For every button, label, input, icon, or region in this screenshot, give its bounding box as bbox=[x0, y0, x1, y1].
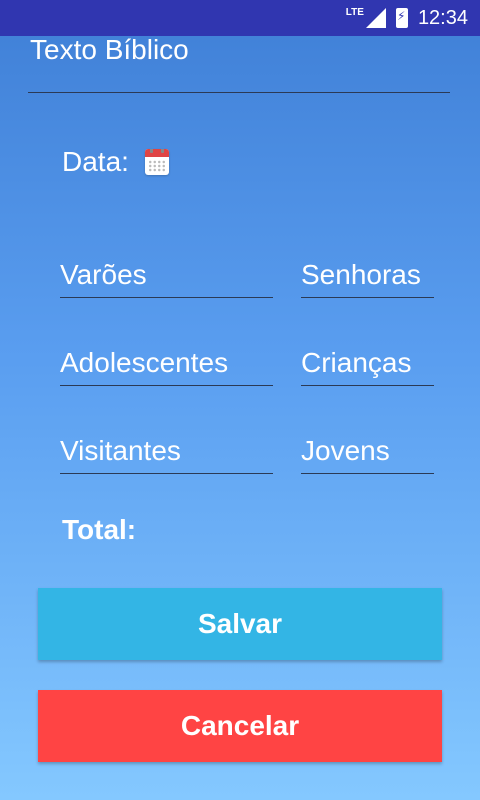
date-row: Data: bbox=[62, 146, 169, 178]
adolescentes-input[interactable]: Adolescentes bbox=[60, 340, 273, 386]
total-label: Total: bbox=[62, 514, 137, 545]
status-clock: 12:34 bbox=[417, 6, 468, 29]
lte-indicator: LTE bbox=[345, 6, 364, 18]
visitantes-input[interactable]: Visitantes bbox=[60, 428, 273, 474]
jovens-input[interactable]: Jovens bbox=[301, 428, 434, 474]
status-bar: LTE 12:34 bbox=[0, 0, 480, 36]
jovens-hint: Jovens bbox=[301, 435, 390, 466]
bible-text-hint: Texto Bíblico bbox=[30, 34, 189, 65]
date-label: Data: bbox=[62, 146, 129, 177]
senhoras-input[interactable]: Senhoras bbox=[301, 252, 434, 298]
calendar-icon[interactable] bbox=[144, 149, 169, 175]
criancas-hint: Crianças bbox=[301, 347, 412, 378]
bible-text-input[interactable]: Texto Bíblico bbox=[28, 34, 450, 93]
battery-charging-icon bbox=[395, 8, 408, 28]
varoes-input[interactable]: Varões bbox=[60, 252, 273, 298]
criancas-input[interactable]: Crianças bbox=[301, 340, 434, 386]
save-button[interactable]: Salvar bbox=[38, 588, 442, 660]
visitantes-hint: Visitantes bbox=[60, 435, 181, 466]
adolescentes-hint: Adolescentes bbox=[60, 347, 229, 378]
signal-icon bbox=[365, 8, 386, 28]
varoes-hint: Varões bbox=[60, 259, 147, 290]
senhoras-hint: Senhoras bbox=[301, 259, 421, 290]
cancel-button[interactable]: Cancelar bbox=[38, 690, 442, 762]
